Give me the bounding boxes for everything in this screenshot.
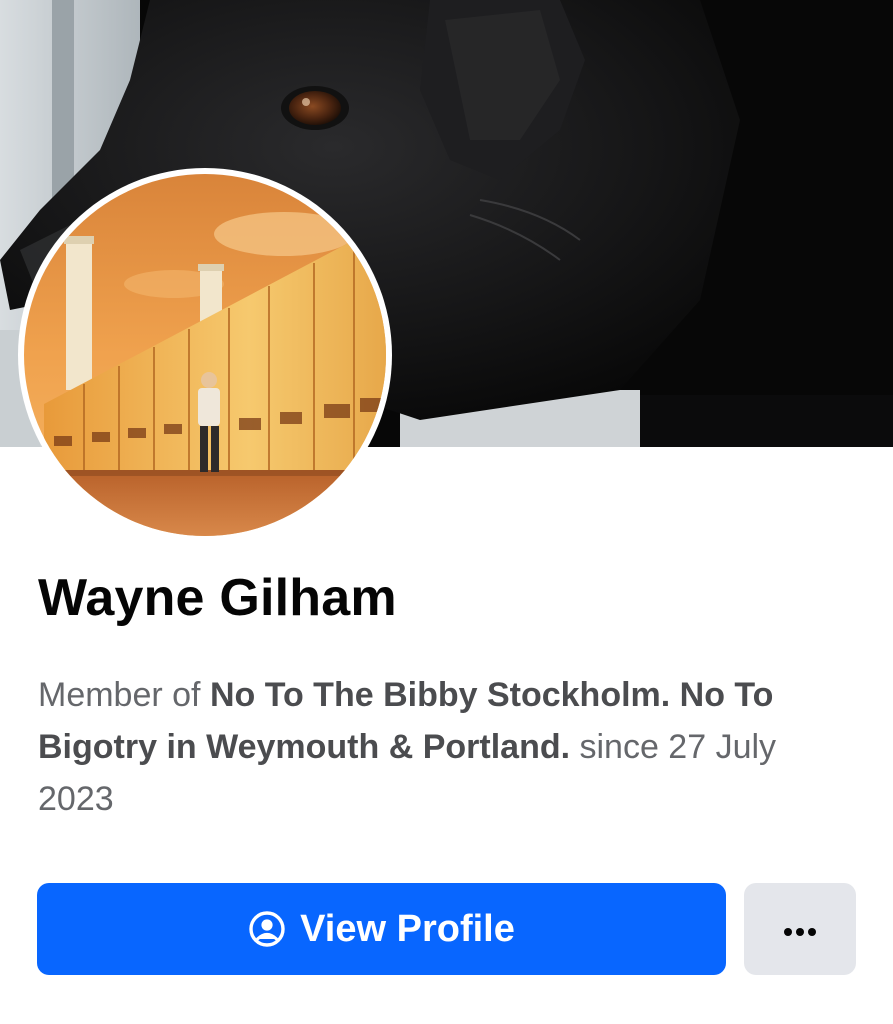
more-options-button[interactable]	[744, 883, 856, 975]
membership-prefix: Member of	[38, 676, 210, 714]
user-circle-icon	[248, 910, 286, 948]
more-dots-icon	[782, 924, 818, 936]
view-profile-label: View Profile	[300, 907, 515, 950]
membership-info: Member of No To The Bibby Stockholm. No …	[38, 669, 858, 825]
profile-name: Wayne Gilham	[38, 569, 397, 627]
profile-avatar[interactable]	[18, 168, 392, 542]
profile-photo	[24, 174, 386, 536]
profile-preview-card: Wayne Gilham Member of No To The Bibby S…	[0, 0, 893, 1024]
view-profile-button[interactable]: View Profile	[37, 883, 726, 975]
